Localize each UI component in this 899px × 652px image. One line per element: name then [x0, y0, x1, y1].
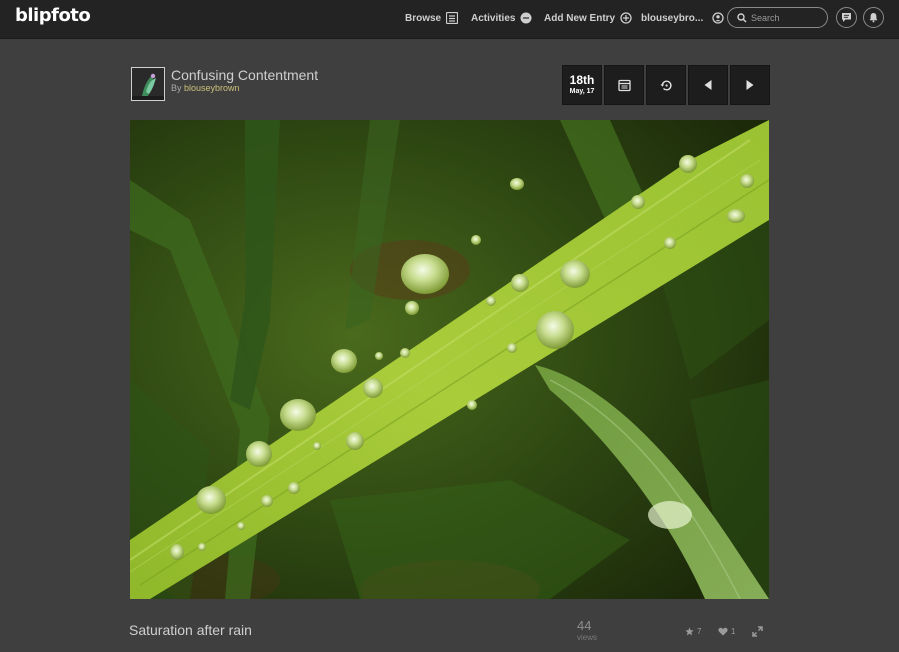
fullscreen-button[interactable]: [752, 625, 763, 637]
account-icon: [712, 12, 724, 24]
star-button[interactable]: 7: [685, 625, 701, 637]
search-input[interactable]: [751, 12, 821, 23]
entry-date: 18th May, 17: [562, 65, 602, 105]
messages-button[interactable]: [836, 7, 857, 28]
entry-caption: Saturation after rain: [129, 622, 252, 638]
browse-icon: [446, 12, 459, 24]
next-entry-button[interactable]: [730, 65, 770, 105]
nav-account-label: blouseybro...: [641, 12, 704, 24]
fullscreen-icon: [752, 625, 763, 637]
nav-account[interactable]: blouseybro...: [641, 11, 724, 25]
nav-browse[interactable]: Browse: [405, 11, 459, 25]
search-icon: [737, 12, 747, 23]
previous-arrow-icon: [704, 80, 712, 90]
plus-circle-icon: [620, 12, 632, 24]
nav-browse-label: Browse: [405, 12, 442, 24]
nav-add-new-entry-label: Add New Entry: [544, 12, 616, 24]
entry-photo[interactable]: [130, 120, 769, 599]
nav-activities-label: Activities: [471, 12, 516, 24]
author-link[interactable]: blouseybrown: [184, 83, 240, 93]
heart-button[interactable]: 1: [718, 625, 735, 637]
author-avatar[interactable]: [131, 67, 165, 101]
star-icon: [685, 626, 694, 635]
views-count: 44: [577, 618, 592, 633]
entry-title: Confusing Contentment: [171, 67, 319, 83]
search-box[interactable]: [727, 7, 828, 28]
calendar-icon: [617, 79, 631, 91]
previous-entry-button[interactable]: [688, 65, 728, 105]
nav-activities[interactable]: Activities: [471, 11, 532, 25]
history-button[interactable]: [646, 65, 686, 105]
notifications-bell-icon: [869, 13, 878, 23]
messages-icon: [842, 13, 851, 22]
heart-icon: [718, 627, 728, 635]
date-month-year: May, 17: [569, 88, 595, 95]
blipfoto-logo[interactable]: blipfoto: [15, 5, 91, 26]
notifications-button[interactable]: [863, 7, 884, 28]
top-navigation-bar: blipfoto Browse Activities Add New Entry…: [0, 0, 899, 39]
calendar-button[interactable]: [604, 65, 644, 105]
entry-author-line: By blouseybrown: [171, 83, 240, 93]
nav-add-new-entry[interactable]: Add New Entry: [544, 11, 632, 25]
by-label: By: [171, 83, 185, 93]
activities-icon: [520, 12, 532, 24]
next-arrow-icon: [746, 80, 754, 90]
raindrops-on-grass-image: [130, 120, 769, 599]
heart-count: 1: [731, 626, 736, 636]
history-icon: [660, 80, 672, 91]
views-label: views: [577, 633, 598, 642]
star-count: 7: [697, 626, 702, 636]
date-day: 18th: [569, 73, 595, 87]
